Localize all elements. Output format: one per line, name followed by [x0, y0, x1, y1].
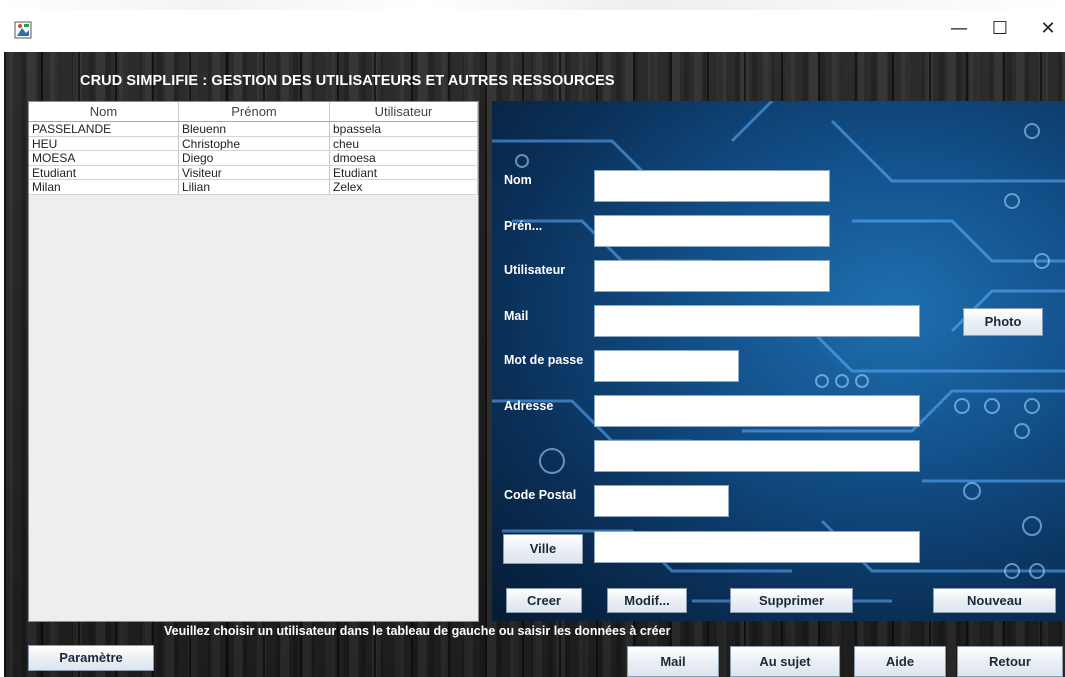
taskbar-strip	[0, 0, 1065, 10]
window-titlebar: — ☐ ✕	[0, 0, 1065, 52]
retour-button[interactable]: Retour	[957, 646, 1063, 677]
table-row[interactable]: Milan Lilian Zelex	[29, 180, 478, 195]
cell-prenom: Diego	[179, 151, 330, 165]
photo-button[interactable]: Photo	[963, 308, 1043, 336]
modif-button[interactable]: Modif...	[607, 588, 687, 613]
label-prenom: Prén...	[504, 219, 543, 233]
cell-nom: MOESA	[29, 151, 179, 165]
cell-utilisateur: Etudiant	[330, 165, 478, 180]
cell-nom: Etudiant	[29, 165, 179, 180]
prenom-field[interactable]	[594, 215, 830, 247]
utilisateur-field[interactable]	[594, 260, 830, 292]
cell-prenom: Lilian	[179, 180, 330, 194]
cell-prenom: Visiteur	[179, 165, 330, 180]
status-message: Veuillez choisir un utilisateur dans le …	[164, 624, 671, 638]
creer-button[interactable]: Creer	[506, 588, 582, 613]
column-header-nom[interactable]: Nom	[29, 102, 179, 121]
users-table[interactable]: Nom Prénom Utilisateur PASSELANDE Bleuen…	[28, 101, 479, 622]
cell-utilisateur: Zelex	[330, 180, 478, 194]
java-app-icon	[14, 21, 32, 39]
app-title: CRUD SIMPLIFIE : GESTION DES UTILISATEUR…	[80, 73, 615, 89]
label-nom: Nom	[504, 173, 532, 187]
aide-button[interactable]: Aide	[854, 646, 946, 677]
label-mail: Mail	[504, 309, 529, 323]
supprimer-button[interactable]: Supprimer	[730, 588, 853, 613]
cell-utilisateur: cheu	[330, 136, 478, 151]
label-utilisateur: Utilisateur	[504, 263, 566, 277]
column-header-prenom[interactable]: Prénom	[179, 102, 330, 121]
cell-prenom: Bleuenn	[179, 122, 330, 136]
table-header: Nom Prénom Utilisateur	[29, 102, 478, 122]
nom-field[interactable]	[594, 170, 830, 202]
cell-nom: HEU	[29, 136, 179, 151]
close-icon[interactable]: ✕	[1033, 16, 1063, 42]
adresse-line1-field[interactable]	[594, 395, 920, 427]
cell-prenom: Christophe	[179, 136, 330, 151]
cell-nom: Milan	[29, 180, 179, 194]
label-code-postal: Code Postal	[504, 488, 577, 502]
cell-utilisateur: bpassela	[330, 122, 478, 136]
mail-field[interactable]	[594, 305, 920, 337]
code-postal-field[interactable]	[594, 485, 729, 517]
mot-de-passe-field[interactable]	[594, 350, 739, 382]
column-header-utilisateur[interactable]: Utilisateur	[330, 102, 478, 121]
parametre-button[interactable]: Paramètre	[28, 645, 154, 671]
minimize-icon[interactable]: —	[944, 16, 974, 42]
label-adresse: Adresse	[504, 399, 554, 413]
ville-field[interactable]	[594, 531, 920, 563]
ville-button[interactable]: Ville	[503, 534, 583, 564]
cell-nom: PASSELANDE	[29, 122, 179, 136]
table-row[interactable]: HEU Christophe cheu	[29, 136, 478, 152]
table-row[interactable]: MOESA Diego dmoesa	[29, 151, 478, 166]
mail-button[interactable]: Mail	[627, 646, 719, 677]
table-row[interactable]: PASSELANDE Bleuenn bpassela	[29, 122, 478, 137]
au-sujet-button[interactable]: Au sujet	[730, 646, 840, 677]
adresse-line2-field[interactable]	[594, 440, 920, 472]
nouveau-button[interactable]: Nouveau	[933, 588, 1056, 613]
main-panel: CRUD SIMPLIFIE : GESTION DES UTILISATEUR…	[4, 52, 1065, 677]
cell-utilisateur: dmoesa	[330, 151, 478, 165]
maximize-icon[interactable]: ☐	[985, 16, 1015, 42]
table-row[interactable]: Etudiant Visiteur Etudiant	[29, 165, 478, 181]
label-mot-de-passe: Mot de passe	[504, 353, 584, 367]
